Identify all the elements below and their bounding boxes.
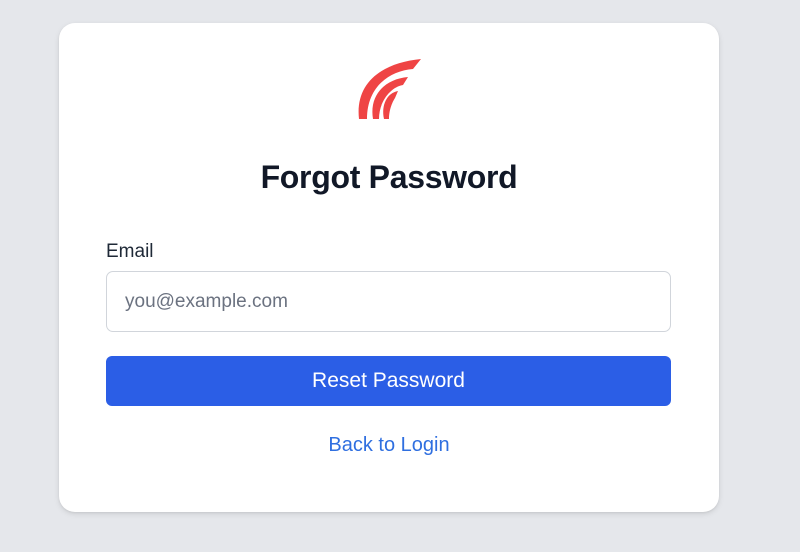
email-field[interactable] (106, 271, 671, 332)
brand-logo-icon (351, 57, 423, 121)
back-to-login-link[interactable]: Back to Login (59, 434, 719, 457)
reset-password-button[interactable]: Reset Password (106, 356, 671, 406)
email-label: Email (106, 241, 154, 262)
page-title: Forgot Password (260, 159, 518, 195)
forgot-password-card: Forgot Password Email Reset Password Bac… (59, 23, 719, 512)
